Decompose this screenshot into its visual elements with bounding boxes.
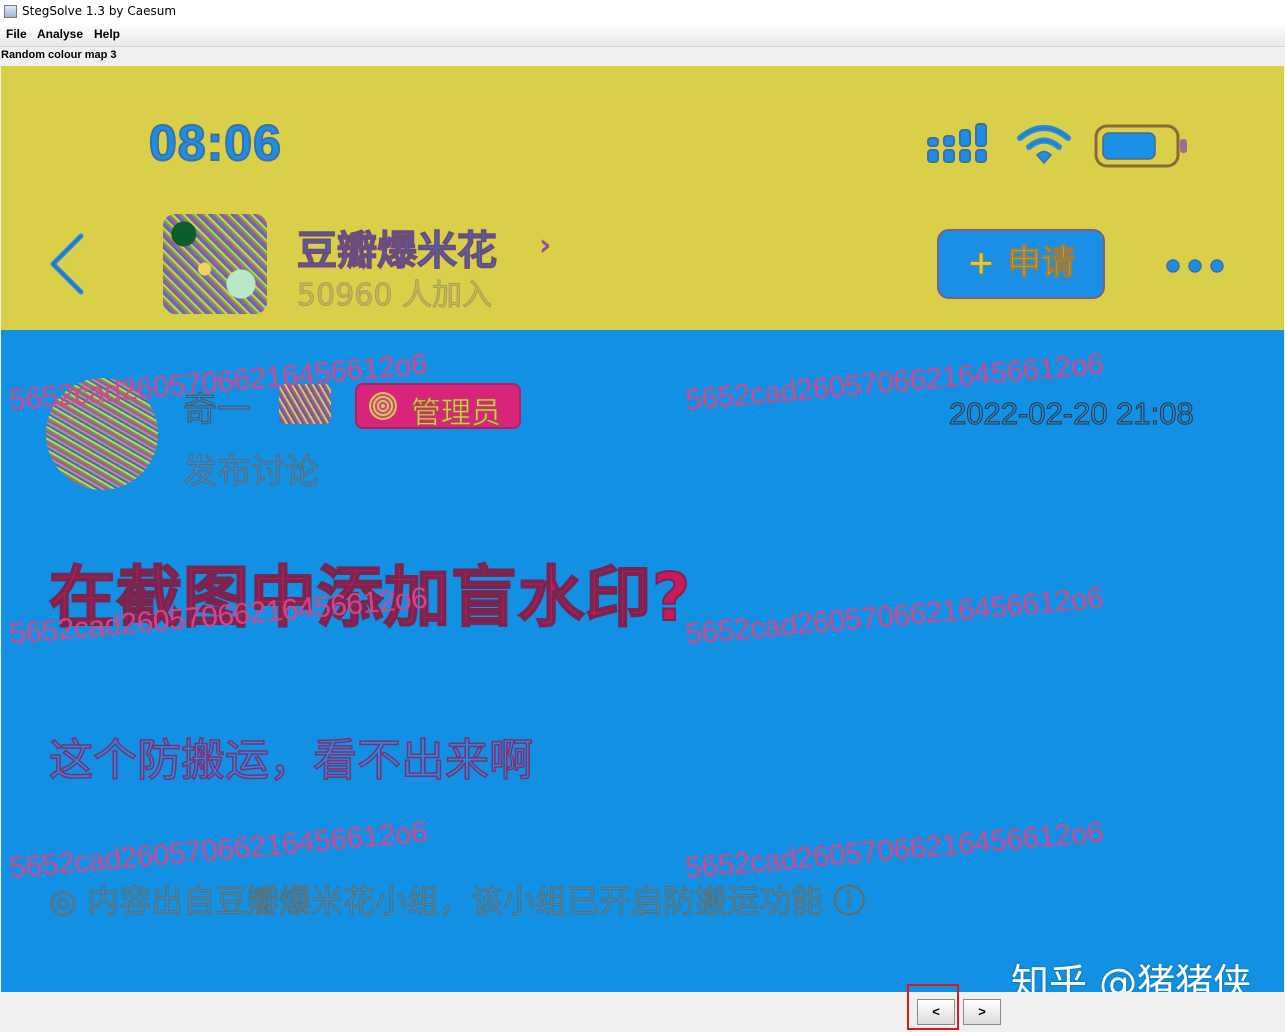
- post-timestamp: 2022-02-20 21:08: [949, 396, 1195, 432]
- admin-badge-label: 管理员: [411, 396, 502, 432]
- signal-icon: [927, 123, 987, 163]
- more-options-icon[interactable]: [1163, 256, 1229, 276]
- menu-help[interactable]: Help: [94, 27, 120, 41]
- group-name[interactable]: 豆瓣爆米花: [296, 218, 497, 276]
- menu-analyse[interactable]: Analyse: [37, 27, 83, 41]
- highlight-box: [907, 984, 959, 1030]
- title-bar: StegSolve 1.3 by Caesum: [0, 0, 1285, 24]
- next-plane-button[interactable]: >: [963, 999, 1001, 1025]
- menu-file[interactable]: File: [6, 27, 27, 41]
- wifi-icon: [1017, 125, 1071, 165]
- anti-repost-note: ◎ 内容出自豆瓣爆米花小组，该小组已开启防搬运功能 ⓘ: [48, 882, 866, 921]
- phone-header: 08:06 豆瓣爆米花 › 50960 人加入 + 申请: [1, 66, 1284, 330]
- post-type: 发布讨论: [183, 452, 320, 493]
- bottom-bar: < >: [0, 993, 1285, 1032]
- site-watermark: 知乎 @猪猪侠: [1011, 961, 1252, 992]
- apply-button[interactable]: + 申请: [937, 229, 1105, 299]
- group-avatar[interactable]: [163, 214, 267, 314]
- window-title: StegSolve 1.3 by Caesum: [22, 4, 177, 18]
- admin-badge: 管理员: [355, 383, 521, 432]
- hidden-watermark: 5652cad26057066216456612o6: [684, 815, 1105, 886]
- mode-label: Random colour map 3: [1, 49, 117, 61]
- battery-icon: [1094, 124, 1187, 168]
- java-app-icon: [4, 5, 17, 18]
- mode-bar: Random colour map 3: [0, 47, 1285, 65]
- chevron-right-icon[interactable]: ›: [539, 228, 551, 263]
- image-canvas: 08:06 豆瓣爆米花 › 50960 人加入 + 申请 奇一 管理员 2022…: [1, 66, 1284, 992]
- post-body: 这个防搬运，看不出来啊: [48, 734, 534, 787]
- hidden-watermark: 5652cad26057066216456612o6: [684, 581, 1105, 652]
- status-time: 08:06: [148, 114, 282, 172]
- menu-bar: File Analyse Help: [0, 24, 1285, 47]
- admin-badge-icon: [369, 392, 397, 420]
- member-count: 50960 人加入: [297, 278, 493, 314]
- back-arrow-icon[interactable]: [45, 232, 89, 296]
